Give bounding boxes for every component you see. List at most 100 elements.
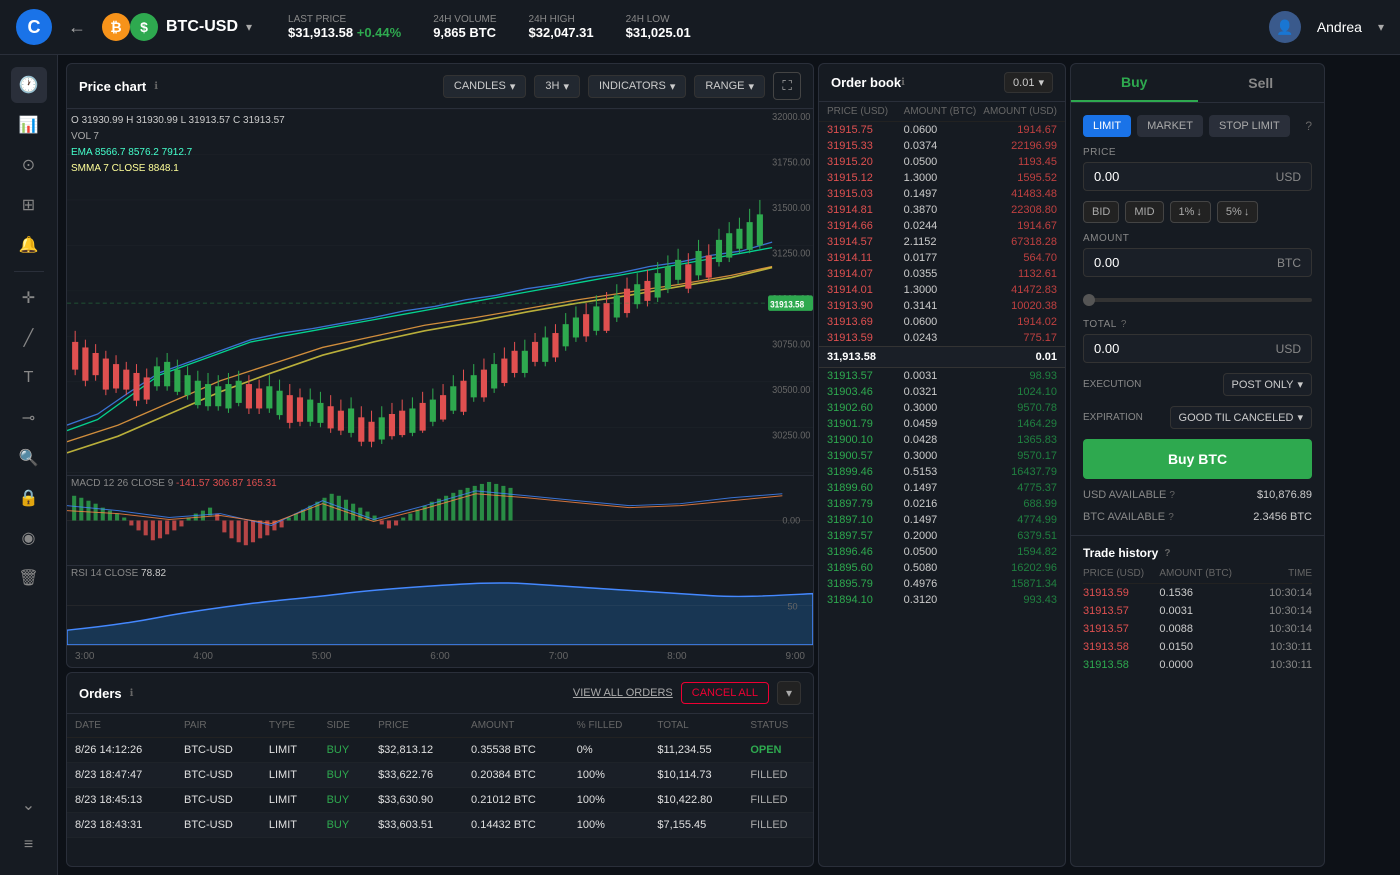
orders-info-icon[interactable]: ℹ: [130, 688, 134, 699]
app-logo[interactable]: C: [16, 9, 52, 45]
sidebar-item-circle[interactable]: ⊙: [11, 147, 47, 183]
back-button[interactable]: ←: [68, 17, 86, 38]
order-type-help-icon[interactable]: ?: [1305, 119, 1312, 133]
orderbook-bid-row[interactable]: 31903.46 0.0321 1024.10: [819, 384, 1065, 400]
usd-avail-help-icon[interactable]: ?: [1169, 490, 1175, 501]
btc-avail-help-icon[interactable]: ?: [1168, 512, 1174, 523]
expiration-selector[interactable]: GOOD TIL CANCELED ▾: [1170, 406, 1312, 429]
orderbook-ask-row[interactable]: 31915.20 0.0500 1193.45: [819, 154, 1065, 170]
table-row[interactable]: 8/23 18:47:47 BTC-USD LIMIT BUY $33,622.…: [67, 763, 813, 788]
sidebar-item-trash[interactable]: 🗑: [11, 560, 47, 596]
order-status: FILLED: [742, 763, 813, 788]
col-date: DATE: [67, 714, 176, 738]
orderbook-bid-row[interactable]: 31894.10 0.3120 993.43: [819, 592, 1065, 608]
indicators-button[interactable]: INDICATORS ▾: [588, 75, 686, 98]
interval-button[interactable]: 3H ▾: [534, 75, 580, 98]
sidebar-item-zoom[interactable]: 🔍: [11, 440, 47, 476]
market-type-button[interactable]: MARKET: [1137, 115, 1203, 137]
orderbook-ask-row[interactable]: 31913.90 0.3141 10020.38: [819, 298, 1065, 314]
orderbook-bid-row[interactable]: 31899.60 0.1497 4775.37: [819, 480, 1065, 496]
sidebar-item-eye[interactable]: ◉: [11, 520, 47, 556]
pair-name[interactable]: BTC-USD: [166, 18, 238, 36]
orderbook-bid-row[interactable]: 31896.46 0.0500 1594.82: [819, 544, 1065, 560]
fullscreen-button[interactable]: ⛶: [773, 72, 801, 100]
orderbook-bid-row[interactable]: 31895.79 0.4976 15871.34: [819, 576, 1065, 592]
sidebar-item-line[interactable]: ╱: [11, 320, 47, 356]
orderbook-ask-row[interactable]: 31914.11 0.0177 564.70: [819, 250, 1065, 266]
chart-info-icon[interactable]: ℹ: [154, 81, 158, 92]
orderbook-ask-row[interactable]: 31914.57 2.1152 67318.28: [819, 234, 1065, 250]
orderbook-ask-row[interactable]: 31913.59 0.0243 775.17: [819, 330, 1065, 346]
stop-limit-type-button[interactable]: STOP LIMIT: [1209, 115, 1290, 137]
orderbook-bid-row[interactable]: 31897.10 0.1497 4774.99: [819, 512, 1065, 528]
th-price: 31913.58: [1083, 659, 1159, 671]
execution-selector[interactable]: POST ONLY ▾: [1223, 373, 1312, 396]
order-pair: BTC-USD: [176, 813, 261, 838]
buy-btc-button[interactable]: Buy BTC: [1083, 439, 1312, 479]
orderbook-bid-row[interactable]: 31902.60 0.3000 9570.78: [819, 400, 1065, 416]
orderbook-info-icon[interactable]: ℹ: [901, 77, 905, 88]
range-button[interactable]: RANGE ▾: [694, 75, 765, 98]
order-side: BUY: [319, 788, 370, 813]
amount-input-row: BTC: [1083, 248, 1312, 277]
execution-row: EXECUTION POST ONLY ▾: [1083, 373, 1312, 396]
orderbook-bid-row[interactable]: 31897.79 0.0216 688.99: [819, 496, 1065, 512]
table-row[interactable]: 8/23 18:43:31 BTC-USD LIMIT BUY $33,603.…: [67, 813, 813, 838]
sidebar-item-lock[interactable]: 🔒: [11, 480, 47, 516]
total-input[interactable]: [1094, 341, 1276, 356]
ask-price: 31913.69: [827, 316, 904, 328]
orderbook-ask-row[interactable]: 31914.01 1.3000 41472.83: [819, 282, 1065, 298]
pair-chevron[interactable]: ▾: [246, 20, 252, 34]
orderbook-ask-row[interactable]: 31915.75 0.0600 1914.67: [819, 122, 1065, 138]
trade-history-help-icon[interactable]: ?: [1164, 548, 1170, 559]
amount-slider[interactable]: [1083, 298, 1312, 302]
pct1-button[interactable]: 1%↓: [1170, 201, 1211, 223]
sidebar-item-measure[interactable]: ⊸: [11, 400, 47, 436]
orderbook-ask-row[interactable]: 31914.66 0.0244 1914.67: [819, 218, 1065, 234]
buy-tab[interactable]: Buy: [1071, 64, 1198, 102]
orders-expand-button[interactable]: ▾: [777, 681, 801, 705]
limit-type-button[interactable]: LIMIT: [1083, 115, 1131, 137]
bid-button[interactable]: BID: [1083, 201, 1119, 223]
orderbook-ask-row[interactable]: 31914.07 0.0355 1132.61: [819, 266, 1065, 282]
orderbook-ask-row[interactable]: 31915.12 1.3000 1595.52: [819, 170, 1065, 186]
orderbook-bid-row[interactable]: 31897.57 0.2000 6379.51: [819, 528, 1065, 544]
sidebar-item-bell[interactable]: 🔔: [11, 227, 47, 263]
sidebar-item-text[interactable]: T: [11, 360, 47, 396]
table-row[interactable]: 8/23 18:45:13 BTC-USD LIMIT BUY $33,630.…: [67, 788, 813, 813]
sidebar-item-grid[interactable]: ⊞: [11, 187, 47, 223]
cancel-all-button[interactable]: CANCEL ALL: [681, 682, 769, 704]
orderbook-precision-selector[interactable]: 0.01 ▾: [1004, 72, 1053, 93]
order-price: $32,813.12: [370, 738, 463, 763]
sell-tab[interactable]: Sell: [1198, 64, 1325, 102]
pct5-button[interactable]: 5%↓: [1217, 201, 1258, 223]
sidebar-item-crosshair[interactable]: ✛: [11, 280, 47, 316]
amount-input[interactable]: [1094, 255, 1277, 270]
orderbook-bid-row[interactable]: 31895.60 0.5080 16202.96: [819, 560, 1065, 576]
usd-avail-value: $10,876.89: [1257, 489, 1312, 501]
table-row[interactable]: 8/26 14:12:26 BTC-USD LIMIT BUY $32,813.…: [67, 738, 813, 763]
view-all-orders-button[interactable]: VIEW ALL ORDERS: [573, 687, 673, 699]
sidebar-item-chart[interactable]: 📊: [11, 107, 47, 143]
orderbook-bid-row[interactable]: 31901.79 0.0459 1464.29: [819, 416, 1065, 432]
orderbook-bid-row[interactable]: 31913.57 0.0031 98.93: [819, 368, 1065, 384]
orderbook-ask-row[interactable]: 31913.69 0.0600 1914.02: [819, 314, 1065, 330]
bid-amount: 0.5153: [904, 466, 981, 478]
sidebar-item-clock[interactable]: 🕐: [11, 67, 47, 103]
orderbook-ask-row[interactable]: 31915.33 0.0374 22196.99: [819, 138, 1065, 154]
amount-unit: BTC: [1277, 256, 1301, 270]
total-help-icon[interactable]: ?: [1121, 319, 1127, 330]
orderbook-bid-row[interactable]: 31900.10 0.0428 1365.83: [819, 432, 1065, 448]
sidebar-item-chevron[interactable]: ⌄: [11, 787, 47, 823]
orderbook-bid-row[interactable]: 31900.57 0.3000 9570.17: [819, 448, 1065, 464]
candles-button[interactable]: CANDLES ▾: [443, 75, 527, 98]
user-chevron[interactable]: ▾: [1378, 20, 1384, 34]
candlestick-chart[interactable]: 32000.00 31750.00 31500.00 31250.00 3100…: [67, 109, 813, 475]
price-input[interactable]: [1094, 169, 1276, 184]
orderbook-bid-row[interactable]: 31899.46 0.5153 16437.79: [819, 464, 1065, 480]
orderbook-ask-row[interactable]: 31915.03 0.1497 41483.48: [819, 186, 1065, 202]
orderbook-ask-row[interactable]: 31914.81 0.3870 22308.80: [819, 202, 1065, 218]
high-value: $32,047.31: [529, 25, 594, 40]
sidebar-item-menu[interactable]: ≡: [11, 827, 47, 863]
mid-button[interactable]: MID: [1125, 201, 1163, 223]
